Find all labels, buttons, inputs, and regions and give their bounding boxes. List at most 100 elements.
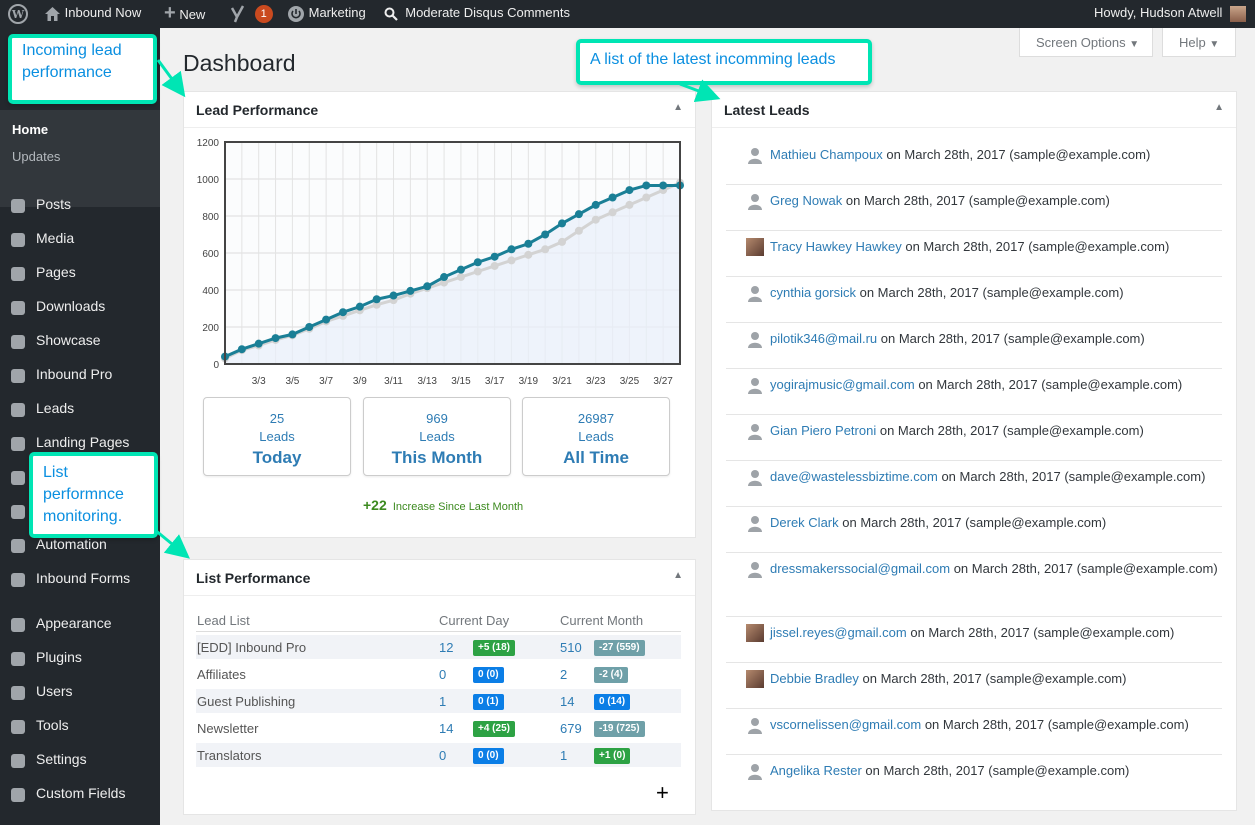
default-avatar-icon: [746, 330, 764, 348]
lead-date: on March 28th, 2017: [941, 469, 1061, 484]
default-avatar-icon: [746, 560, 764, 578]
current-day-value[interactable]: 1: [439, 694, 446, 709]
table-icon: [9, 786, 27, 804]
lead-text: yogirajmusic@gmail.com on March 28th, 20…: [770, 376, 1218, 394]
lead-name-link[interactable]: Mathieu Champoux: [770, 147, 883, 162]
lead-name-link[interactable]: Greg Nowak: [770, 193, 842, 208]
lead-name-link[interactable]: dressmakerssocial@gmail.com: [770, 561, 950, 576]
disqus-label: Moderate Disqus Comments: [405, 5, 570, 20]
sidebar-item-inbound-pro[interactable]: Inbound Pro: [0, 358, 160, 392]
x-tick-label: 3/23: [586, 376, 606, 387]
y-tick-label: 800: [202, 212, 219, 223]
lead-name-link[interactable]: Tracy Hawkey Hawkey: [770, 239, 902, 254]
table-row: Translators 0 0 (0) 1 +1 (0): [196, 743, 681, 767]
user-account-menu[interactable]: Howdy, Hudson Atwell: [1094, 0, 1246, 28]
sidebar-item-users[interactable]: Users: [0, 675, 160, 709]
data-point: [642, 181, 651, 190]
table-row: Newsletter 14 +4 (25) 679 -19 (725): [196, 716, 681, 740]
sidebar-item-downloads[interactable]: Downloads: [0, 290, 160, 324]
callout-lead-performance: Incoming lead performance: [8, 34, 157, 104]
disqus-link[interactable]: Moderate Disqus Comments: [384, 0, 570, 28]
wrench-icon: [9, 718, 27, 736]
data-point: [490, 261, 499, 270]
power-icon: [9, 367, 27, 385]
sidebar-item-pages[interactable]: Pages: [0, 256, 160, 290]
collapse-toggle-icon[interactable]: ▲: [673, 570, 683, 581]
sidebar-item-label: Inbound Pro: [36, 366, 113, 382]
submenu-updates[interactable]: Updates: [12, 149, 60, 164]
data-point: [456, 265, 465, 274]
current-month-value[interactable]: 1: [560, 748, 567, 763]
day-change-badge: 0 (0): [473, 667, 504, 683]
y-tick-label: 200: [202, 323, 219, 334]
lead-name-link[interactable]: dave@wastelessbiztime.com: [770, 469, 938, 484]
lead-name-link[interactable]: yogirajmusic@gmail.com: [770, 377, 915, 392]
sidebar-item-label: Pages: [36, 264, 76, 280]
lead-name-link[interactable]: vscornelissen@gmail.com: [770, 717, 921, 732]
lead-name-link[interactable]: cynthia gorsick: [770, 285, 856, 300]
sidebar-item-tools[interactable]: Tools: [0, 709, 160, 743]
marketing-menu[interactable]: Marketing: [287, 0, 366, 28]
lead-name-link[interactable]: Debbie Bradley: [770, 671, 859, 686]
lead-name-link[interactable]: Angelika Rester: [770, 763, 862, 778]
sidebar-item-inbound-forms[interactable]: Inbound Forms: [0, 562, 160, 596]
stat-this-month[interactable]: 969 Leads This Month: [363, 397, 511, 476]
sidebar-item-settings[interactable]: Settings: [0, 743, 160, 777]
current-day-value[interactable]: 0: [439, 667, 446, 682]
y-tick-label: 400: [202, 286, 219, 297]
sidebar-item-label: Plugins: [36, 649, 82, 665]
yoast-menu[interactable]: 1: [229, 0, 273, 28]
data-point: [524, 239, 533, 248]
data-point: [558, 237, 567, 246]
caret-down-icon: ▼: [1129, 39, 1140, 50]
new-content-link[interactable]: + New: [164, 0, 205, 28]
default-avatar-icon: [746, 514, 764, 532]
current-day-value[interactable]: 0: [439, 748, 446, 763]
sidebar-item-leads[interactable]: Leads: [0, 392, 160, 426]
list-item: vscornelissen@gmail.com on March 28th, 2…: [726, 709, 1222, 755]
lead-chart: 0 200 400 600 800 1000 1200 3/3 3/5 3/7 3/9 3/11 3/1…: [197, 138, 684, 387]
sidebar-item-plugins[interactable]: Plugins: [0, 641, 160, 675]
add-list-button[interactable]: +: [656, 780, 669, 806]
stat-number: 25: [269, 411, 285, 426]
lead-text: Angelika Rester on March 28th, 2017 (sam…: [770, 762, 1218, 780]
lead-name-link[interactable]: pilotik346@mail.ru: [770, 331, 877, 346]
day-change-badge: +5 (18): [473, 640, 515, 656]
help-button[interactable]: Help ▼: [1162, 28, 1236, 57]
caret-down-icon: ▼: [1209, 39, 1220, 50]
sidebar-item-showcase[interactable]: Showcase: [0, 324, 160, 358]
current-month-value[interactable]: 679: [560, 721, 582, 736]
sidebar-item-label: Leads: [36, 400, 75, 416]
lead-text: dressmakerssocial@gmail.com on March 28t…: [770, 560, 1218, 578]
wordpress-logo-icon[interactable]: W: [8, 0, 28, 28]
lead-name-link[interactable]: Gian Piero Petroni: [770, 423, 876, 438]
current-month-value[interactable]: 510: [560, 640, 582, 655]
current-day-value[interactable]: 12: [439, 640, 453, 655]
stat-all-time[interactable]: 26987 Leads All Time: [522, 397, 670, 476]
current-month-value[interactable]: 2: [560, 667, 567, 682]
current-month-value[interactable]: 14: [560, 694, 574, 709]
submenu-home[interactable]: Home: [12, 122, 48, 137]
screen-options-button[interactable]: Screen Options ▼: [1019, 28, 1153, 57]
data-point: [642, 193, 651, 202]
x-tick-label: 3/13: [417, 376, 437, 387]
sidebar-item-custom-fields[interactable]: Custom Fields: [0, 777, 160, 811]
data-point: [322, 315, 331, 324]
download-icon: [9, 299, 27, 317]
sidebar-item-label: Custom Fields: [36, 785, 126, 801]
data-point: [541, 245, 550, 254]
pin-icon: [9, 197, 27, 215]
stat-today[interactable]: 25 Leads Today: [203, 397, 351, 476]
lead-name-link[interactable]: jissel.reyes@gmail.com: [770, 625, 907, 640]
current-day-value[interactable]: 14: [439, 721, 453, 736]
sidebar-item-posts[interactable]: Posts: [0, 188, 160, 222]
site-name-link[interactable]: Inbound Now: [44, 0, 141, 28]
sidebar-item-label: Automation: [36, 536, 107, 552]
list-name: Affiliates: [197, 667, 246, 682]
sidebar-item-appearance[interactable]: Appearance: [0, 607, 160, 641]
collapse-toggle-icon[interactable]: ▲: [673, 102, 683, 113]
collapse-toggle-icon[interactable]: ▲: [1214, 102, 1224, 113]
data-point: [305, 323, 314, 331]
lead-name-link[interactable]: Derek Clark: [770, 515, 839, 530]
sidebar-item-media[interactable]: Media: [0, 222, 160, 256]
